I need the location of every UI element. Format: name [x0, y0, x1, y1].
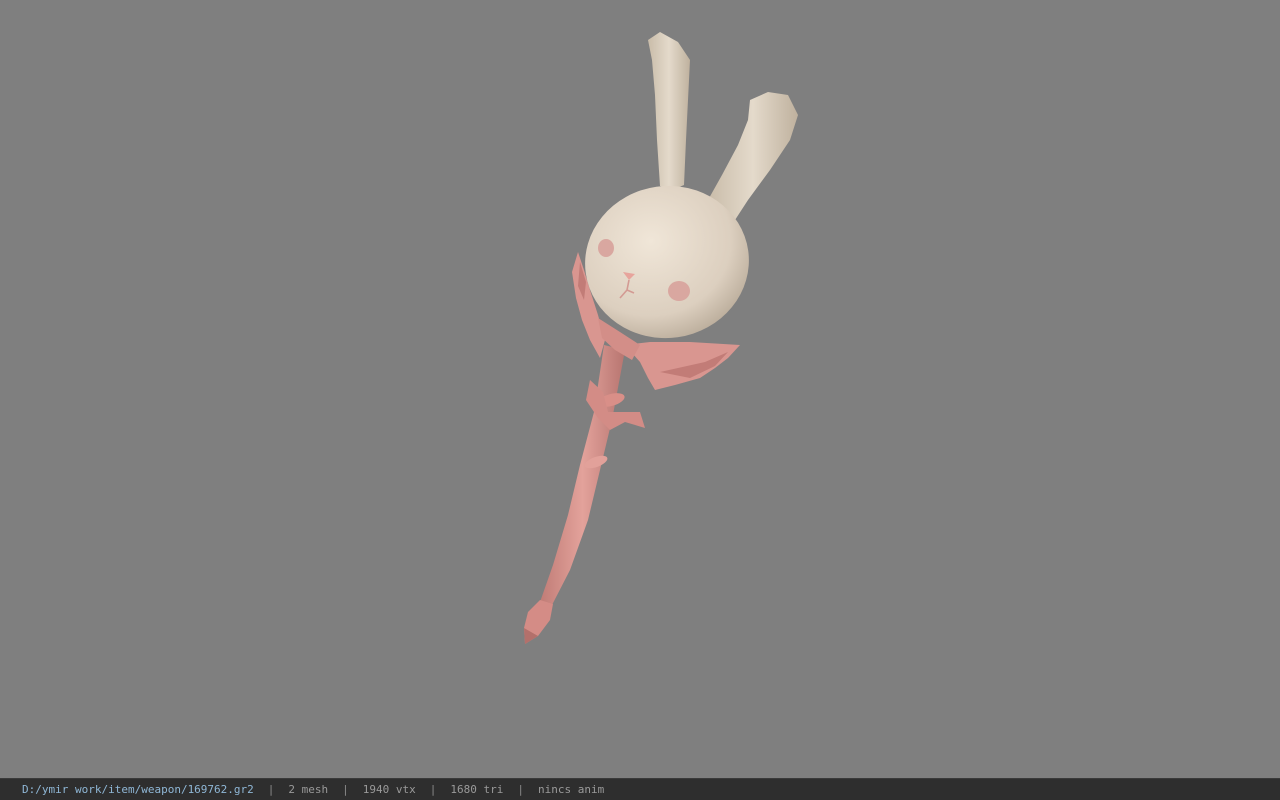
bunny-staff-model-render[interactable] — [0, 0, 1280, 778]
triangle-count-label: 1680 tri — [450, 783, 504, 796]
status-bar: D:/ymir work/item/weapon/169762.gr2 | 2 … — [0, 778, 1280, 800]
status-separator: | — [342, 783, 349, 796]
animation-status-label: nincs anim — [538, 783, 605, 796]
status-separator: | — [517, 783, 525, 796]
status-separator: | — [267, 783, 275, 796]
file-path-label: D:/ymir work/item/weapon/169762.gr2 — [22, 783, 254, 796]
status-separator: | — [429, 783, 437, 796]
mesh-count-label: 2 mesh — [288, 783, 329, 796]
staff-shaft — [524, 345, 625, 644]
vertex-count-label: 1940 vtx — [362, 783, 416, 796]
3d-viewport[interactable] — [0, 0, 1280, 778]
